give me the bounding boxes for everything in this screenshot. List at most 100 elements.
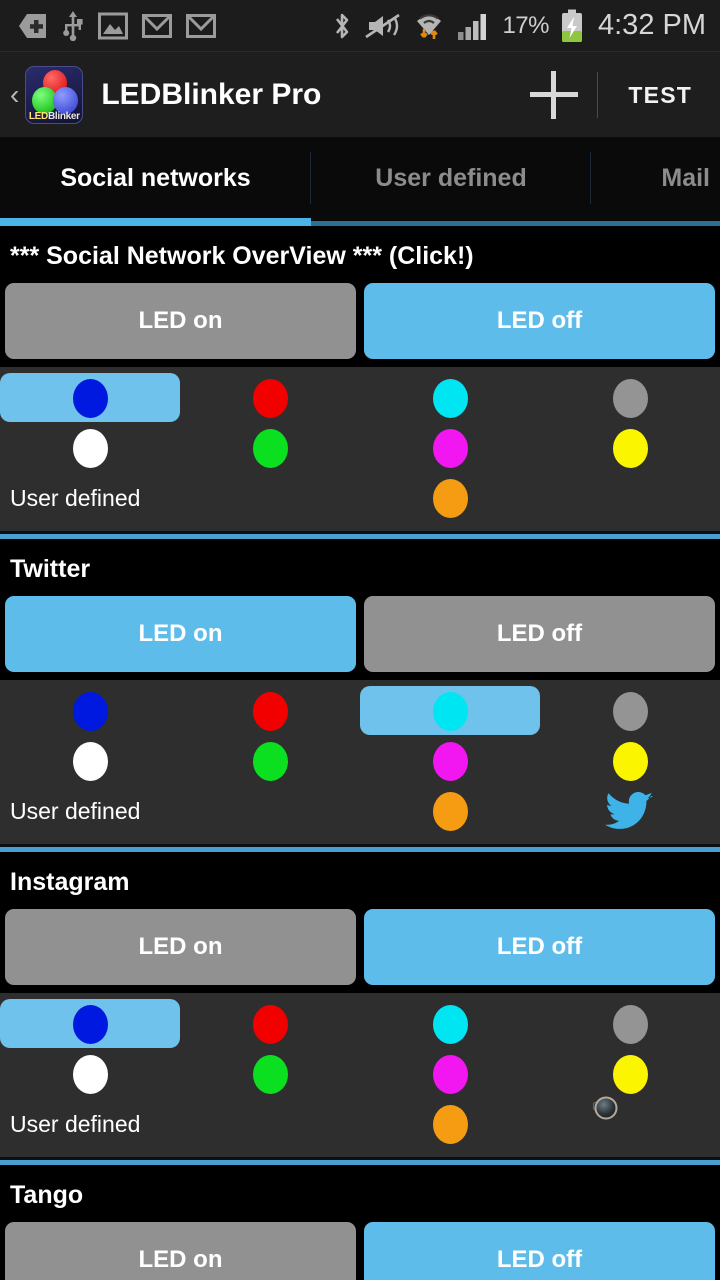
- color-grid-row: User defined: [0, 1096, 720, 1149]
- swatch-yellow[interactable]: [540, 423, 720, 473]
- logo-ball-blue: [53, 86, 79, 114]
- swatch-cyan[interactable]: [360, 373, 540, 423]
- section-social-overview: *** Social Network OverView *** (Click!)…: [0, 226, 720, 539]
- color-dot-cyan: [432, 1004, 468, 1044]
- color-dot-orange: [432, 478, 468, 518]
- color-grid-row: [0, 373, 720, 423]
- swatch-blue[interactable]: [0, 999, 180, 1049]
- color-dot-white: [72, 1054, 108, 1094]
- led-off-button[interactable]: LED off: [364, 283, 715, 359]
- user-defined-label[interactable]: User defined: [0, 786, 180, 836]
- color-dot-yellow: [612, 741, 648, 781]
- swatch-orange[interactable]: [360, 786, 540, 836]
- gmail-icon-2: [186, 13, 216, 38]
- color-dot-red: [252, 691, 288, 731]
- section-title: Tango: [0, 1165, 720, 1222]
- led-on-button[interactable]: LED on: [5, 596, 356, 672]
- usb-icon: [63, 10, 83, 41]
- swatch-magenta[interactable]: [360, 423, 540, 473]
- brand-icon-cell[interactable]: [540, 1096, 720, 1149]
- user-defined-label[interactable]: User defined: [0, 473, 180, 523]
- swatch-yellow[interactable]: [540, 736, 720, 786]
- status-bar: 17% 4:32 PM: [0, 0, 720, 52]
- color-dot-white: [72, 428, 108, 468]
- app-logo-icon: LEDBlinker: [25, 65, 84, 124]
- color-dot-blue: [72, 378, 108, 418]
- action-bar-actions: TEST: [511, 52, 720, 138]
- tab-mail[interactable]: Mail: [591, 138, 720, 218]
- logo-wordmark-blinker: Blinker: [47, 110, 80, 122]
- color-grid-row: [0, 999, 720, 1049]
- swatch-orange[interactable]: [360, 473, 540, 523]
- swatch-red[interactable]: [180, 373, 360, 423]
- status-bar-left-icons: [0, 10, 216, 41]
- color-grid-row: [0, 1049, 720, 1099]
- color-dot-cyan: [432, 378, 468, 418]
- back-button[interactable]: ‹: [0, 80, 25, 109]
- user-defined-label[interactable]: User defined: [0, 1099, 180, 1149]
- swatch-yellow[interactable]: [540, 1049, 720, 1099]
- swatch-gray[interactable]: [540, 373, 720, 423]
- swatch-white[interactable]: [0, 736, 180, 786]
- led-off-button[interactable]: LED off: [364, 909, 715, 985]
- swatch-white[interactable]: [0, 423, 180, 473]
- instagram-camera-body: [593, 1096, 618, 1120]
- swatch-red[interactable]: [180, 686, 360, 736]
- tab-social-networks[interactable]: Social networks: [0, 138, 311, 218]
- swatch-green[interactable]: [180, 1049, 360, 1099]
- color-grid: User defined: [0, 993, 720, 1157]
- color-dot-blue: [72, 691, 108, 731]
- led-toggle-row: LED on LED off: [0, 596, 720, 680]
- led-on-button[interactable]: LED on: [5, 283, 356, 359]
- brand-icon-cell[interactable]: [540, 786, 720, 836]
- swatch-empty: [180, 786, 360, 836]
- led-on-button[interactable]: LED on: [5, 1222, 356, 1280]
- swatch-magenta[interactable]: [360, 1049, 540, 1099]
- color-dot-yellow: [612, 428, 648, 468]
- swatch-white[interactable]: [0, 1049, 180, 1099]
- swatch-green[interactable]: [180, 423, 360, 473]
- swatch-blue[interactable]: [0, 373, 180, 423]
- swatch-blue[interactable]: [0, 686, 180, 736]
- color-dot-magenta: [432, 428, 468, 468]
- color-dot-red: [252, 1004, 288, 1044]
- color-grid: User defined: [0, 367, 720, 531]
- section-twitter: Twitter LED on LED off User defined: [0, 539, 720, 852]
- swatch-magenta[interactable]: [360, 736, 540, 786]
- led-on-button[interactable]: LED on: [5, 909, 356, 985]
- swatch-gray[interactable]: [540, 999, 720, 1049]
- swatch-empty: [180, 473, 360, 523]
- tab-social-networks-label: Social networks: [60, 163, 251, 192]
- vibrate-mute-icon: [365, 13, 401, 38]
- instagram-lens: [594, 1096, 618, 1120]
- swatch-cyan[interactable]: [360, 999, 540, 1049]
- tab-user-defined[interactable]: User defined: [311, 138, 591, 218]
- bluetooth-icon: [336, 13, 349, 38]
- wifi-transfer-icon: [417, 13, 442, 39]
- tab-user-defined-label: User defined: [375, 163, 527, 192]
- tab-active-indicator: [0, 218, 311, 226]
- swatch-red[interactable]: [180, 999, 360, 1049]
- swatch-orange[interactable]: [360, 1099, 540, 1149]
- sections-list: *** Social Network OverView *** (Click!)…: [0, 226, 720, 1280]
- battery-charging-icon: [562, 9, 582, 42]
- logo-wordmark: LEDBlinker: [26, 111, 82, 122]
- swatch-cyan[interactable]: [360, 686, 540, 736]
- page-title: LEDBlinker Pro: [101, 77, 322, 111]
- test-button[interactable]: TEST: [598, 52, 720, 138]
- led-toggle-row: LED on LED off: [0, 909, 720, 993]
- color-dot-blue: [72, 1004, 108, 1044]
- swatch-gray[interactable]: [540, 686, 720, 736]
- led-off-button[interactable]: LED off: [364, 596, 715, 672]
- action-bar: ‹ LEDBlinker LEDBlinker Pro TEST: [0, 52, 720, 138]
- status-bar-right: 17% 4:32 PM: [332, 9, 706, 43]
- gmail-icon: [142, 13, 172, 38]
- color-dot-gray: [612, 378, 648, 418]
- add-button[interactable]: [511, 52, 597, 138]
- swatch-green[interactable]: [180, 736, 360, 786]
- led-off-button[interactable]: LED off: [364, 1222, 715, 1280]
- color-grid-row: [0, 686, 720, 736]
- color-dot-white: [72, 741, 108, 781]
- logo-wordmark-led: LED: [28, 110, 48, 122]
- section-instagram: Instagram LED on LED off User defined: [0, 852, 720, 1165]
